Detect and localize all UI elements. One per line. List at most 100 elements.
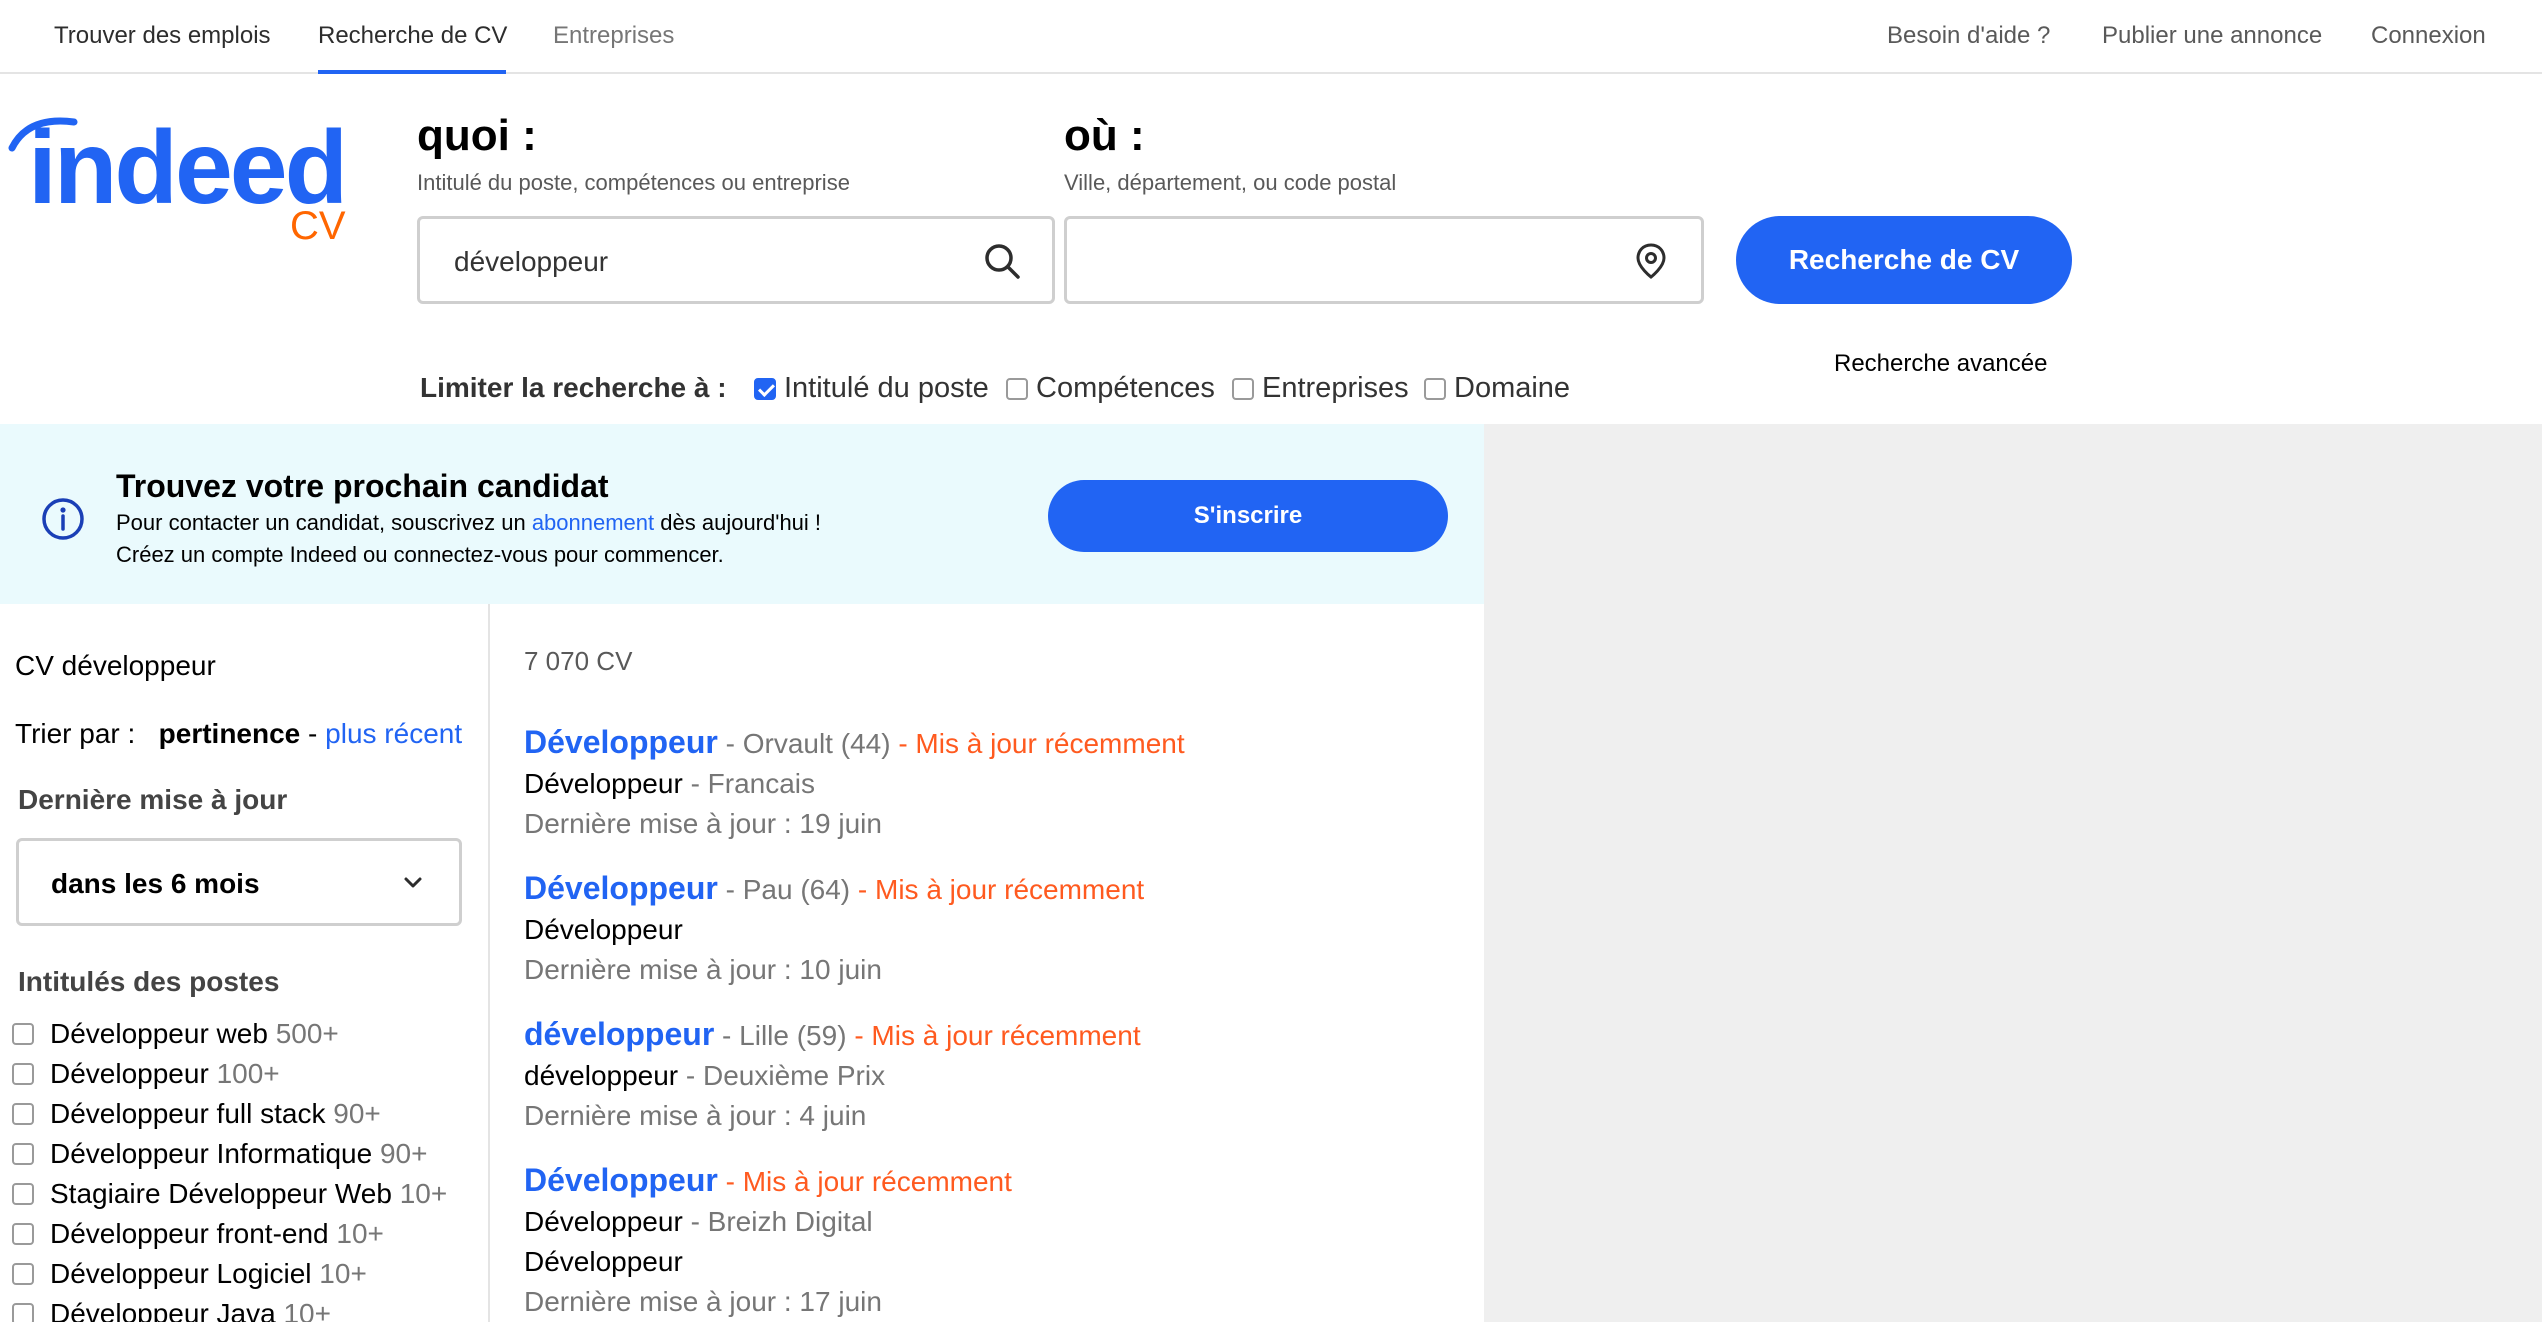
result-updated: Dernière mise à jour : 19 juin <box>524 808 882 839</box>
sort-separator: - <box>308 718 318 749</box>
facet-count: 10+ <box>319 1258 367 1289</box>
result-location: - Lille (59) <box>722 1020 847 1051</box>
facet-item[interactable]: Développeur Logiciel 10+ <box>12 1258 367 1290</box>
banner-title: Trouvez votre prochain candidat <box>116 468 609 504</box>
limit-domain-label: Domaine <box>1454 372 1571 404</box>
what-hint: Intitulé du poste, compétences ou entrep… <box>417 170 850 195</box>
banner-line-1-suffix: dès aujourd'hui ! <box>660 510 822 535</box>
facet-checkbox[interactable] <box>12 1183 34 1205</box>
active-tab-indicator <box>318 70 506 74</box>
limit-option-domain[interactable]: Domaine <box>1424 372 1570 405</box>
last-update-select[interactable]: dans les 6 mois <box>16 838 462 926</box>
facet-label: Développeur Logiciel <box>50 1258 312 1289</box>
facet-label: Développeur full stack <box>50 1098 326 1129</box>
facet-label: Développeur Java <box>50 1298 276 1322</box>
facet-item[interactable]: Stagiaire Développeur Web 10+ <box>12 1178 447 1210</box>
where-input[interactable] <box>1064 216 1704 304</box>
result-company: - Breizh Digital <box>690 1206 873 1237</box>
info-icon <box>42 498 84 540</box>
nav-help[interactable]: Besoin d'aide ? <box>1887 22 2050 50</box>
facet-label: Développeur front-end <box>50 1218 329 1249</box>
chevron-down-icon <box>404 877 422 888</box>
result-location: - Pau (64) <box>725 874 851 905</box>
result-role: Développeur <box>524 768 683 799</box>
search-icon[interactable] <box>982 241 1022 281</box>
facet-count: 10+ <box>283 1298 331 1322</box>
facet-checkbox[interactable] <box>12 1223 34 1245</box>
limit-job-title-label: Intitulé du poste <box>784 372 989 404</box>
result-updated: Dernière mise à jour : 17 juin <box>524 1286 882 1317</box>
nav-find-jobs[interactable]: Trouver des emplois <box>54 22 271 50</box>
subscription-banner: Trouvez votre prochain candidat Pour con… <box>0 424 1484 604</box>
facet-item[interactable]: Développeur front-end 10+ <box>12 1218 384 1250</box>
facet-checkbox[interactable] <box>12 1303 34 1322</box>
what-input[interactable]: développeur <box>417 216 1055 304</box>
page: Trouver des emplois Recherche de CV Entr… <box>0 0 2542 1322</box>
limit-job-title-checkbox[interactable] <box>754 377 776 400</box>
result-item: développeur - Lille (59) - Mis à jour ré… <box>524 1014 1464 1136</box>
last-update-value: dans les 6 mois <box>51 868 260 899</box>
what-label: quoi : <box>417 111 537 160</box>
facet-checkbox[interactable] <box>12 1023 34 1045</box>
facet-count: 90+ <box>333 1098 381 1129</box>
result-item: Développeur - Mis à jour récemment Dével… <box>524 1160 1464 1322</box>
result-title-link[interactable]: Développeur <box>524 1162 718 1198</box>
facet-item[interactable]: Développeur 100+ <box>12 1058 280 1090</box>
result-company: - Deuxième Prix <box>685 1060 886 1091</box>
results-count: 7 070 CV <box>524 646 633 676</box>
limit-option-skills[interactable]: Compétences <box>1006 372 1215 405</box>
where-label: où : <box>1064 111 1145 160</box>
top-navigation: Trouver des emplois Recherche de CV Entr… <box>0 0 2542 74</box>
results-list: 7 070 CV Développeur - Orvault (44) - Mi… <box>490 604 1484 1322</box>
result-item: Développeur - Orvault (44) - Mis à jour … <box>524 722 1464 844</box>
advanced-search-link[interactable]: Recherche avancée <box>1834 350 2047 378</box>
result-extra: Développeur <box>524 1246 683 1277</box>
facet-item[interactable]: Développeur Informatique 90+ <box>12 1138 427 1170</box>
nav-login[interactable]: Connexion <box>2371 22 2486 50</box>
limit-domain-checkbox[interactable] <box>1424 377 1446 400</box>
result-recent-badge: - Mis à jour récemment <box>898 728 1185 759</box>
nav-cv-search[interactable]: Recherche de CV <box>318 22 507 50</box>
facet-item[interactable]: Développeur web 500+ <box>12 1018 339 1050</box>
location-pin-icon <box>1636 243 1666 279</box>
nav-companies[interactable]: Entreprises <box>553 22 674 50</box>
result-updated: Dernière mise à jour : 10 juin <box>524 954 882 985</box>
result-title-link[interactable]: développeur <box>524 1016 714 1052</box>
search-cv-button[interactable]: Recherche de CV <box>1736 216 2072 304</box>
facet-checkbox[interactable] <box>12 1063 34 1085</box>
facet-checkbox[interactable] <box>12 1263 34 1285</box>
result-recent-badge: - Mis à jour récemment <box>854 1020 1141 1051</box>
sort-options: Trier par : pertinence - plus récent <box>15 718 462 750</box>
limit-search-label: Limiter la recherche à : <box>420 372 727 403</box>
filters-sidebar: CV développeur Trier par : pertinence - … <box>0 604 490 1322</box>
result-recent-badge: - Mis à jour récemment <box>725 1166 1012 1197</box>
indeed-cv-logo[interactable]: indeed CV <box>8 108 358 258</box>
signup-button[interactable]: S'inscrire <box>1048 480 1448 552</box>
facet-item[interactable]: Développeur full stack 90+ <box>12 1098 381 1130</box>
facet-count: 10+ <box>336 1218 384 1249</box>
result-title-link[interactable]: Développeur <box>524 870 718 906</box>
banner-line-1: Pour contacter un candidat, souscrivez u… <box>116 510 821 536</box>
limit-companies-checkbox[interactable] <box>1232 377 1254 400</box>
limit-option-companies[interactable]: Entreprises <box>1232 372 1409 405</box>
sort-label: Trier par : <box>15 718 136 749</box>
facet-count: 100+ <box>216 1058 280 1089</box>
facet-label: Développeur <box>50 1058 209 1089</box>
result-role: Développeur <box>524 1206 683 1237</box>
subscription-link[interactable]: abonnement <box>532 510 654 535</box>
facet-checkbox[interactable] <box>12 1103 34 1125</box>
result-recent-badge: - Mis à jour récemment <box>857 874 1145 905</box>
facet-item[interactable]: Développeur Java 10+ <box>12 1298 331 1322</box>
limit-option-job-title[interactable]: Intitulé du poste <box>754 372 989 405</box>
nav-post-job[interactable]: Publier une annonce <box>2102 22 2322 50</box>
limit-skills-checkbox[interactable] <box>1006 377 1028 400</box>
sort-most-recent-link[interactable]: plus récent <box>325 718 462 749</box>
facet-label: Développeur Informatique <box>50 1138 373 1169</box>
facet-checkbox[interactable] <box>12 1143 34 1165</box>
result-title-link[interactable]: Développeur <box>524 724 718 760</box>
result-location: - Orvault (44) <box>725 728 891 759</box>
limit-companies-label: Entreprises <box>1262 372 1409 404</box>
result-company: - Francais <box>690 768 816 799</box>
limit-skills-label: Compétences <box>1036 372 1215 404</box>
result-role: développeur <box>524 1060 679 1091</box>
